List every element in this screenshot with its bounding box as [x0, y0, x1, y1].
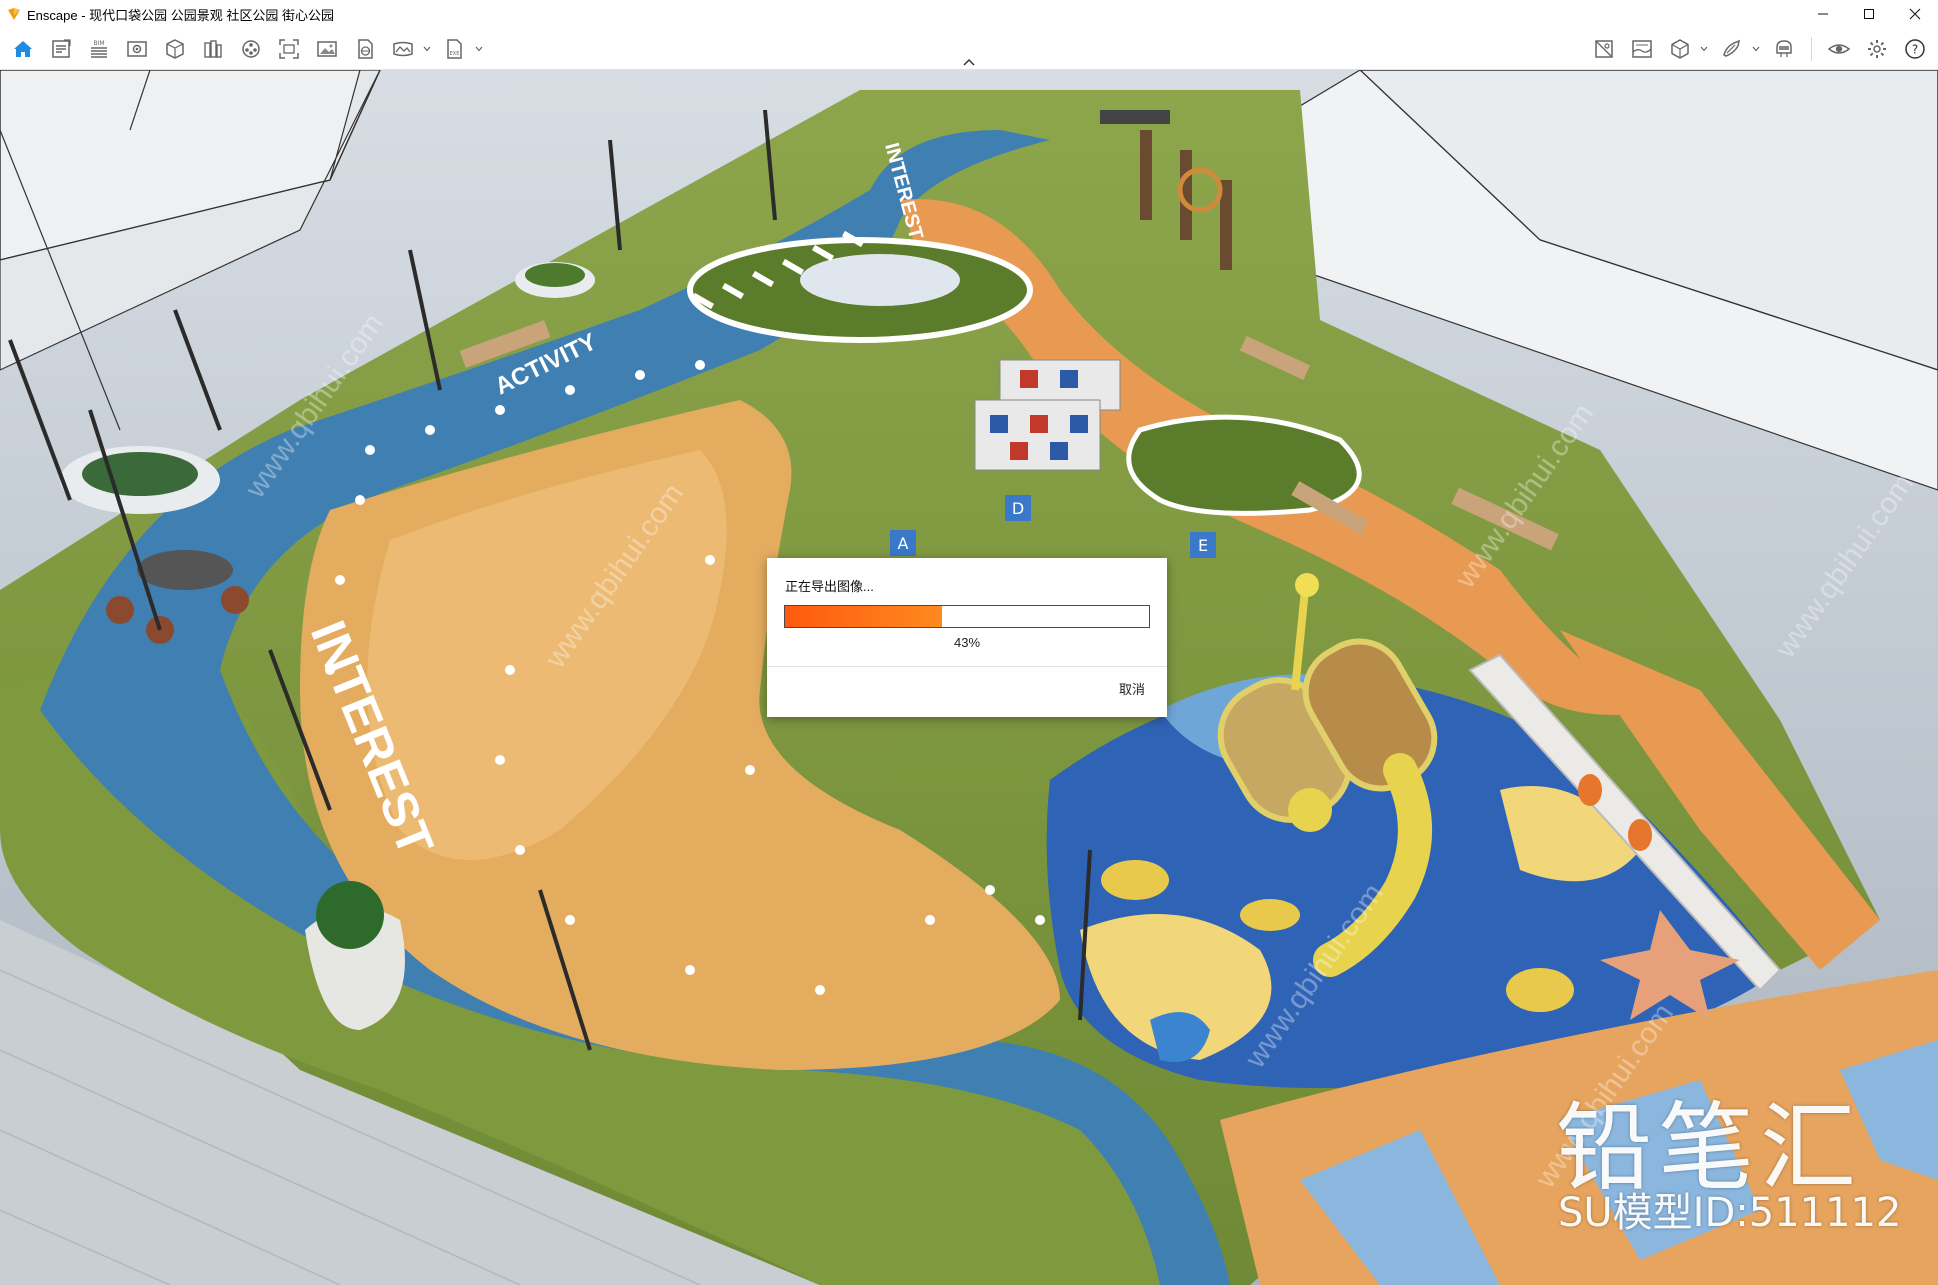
picnic-seat — [106, 596, 134, 624]
cube-dropdown[interactable] — [1699, 32, 1709, 66]
panorama-icon — [393, 41, 413, 57]
chevron-down-icon — [1700, 46, 1708, 52]
chevron-up-icon — [963, 58, 975, 66]
cube-letter: E — [1198, 536, 1208, 555]
cube-icon — [1671, 39, 1689, 59]
cube-letter: A — [898, 534, 909, 553]
window-title: Enscape - 现代口袋公园 公园景观 社区公园 街心公园 — [27, 7, 334, 23]
round-planter-grass — [525, 263, 585, 287]
model-id-watermark: SU模型ID:511112 — [1558, 1190, 1902, 1236]
white-pavilion — [800, 254, 960, 306]
sky-button[interactable] — [1625, 32, 1659, 66]
settings-button[interactable] — [1860, 32, 1894, 66]
video-editor-button[interactable] — [234, 32, 268, 66]
dialog-title: 正在导出图像... — [785, 579, 874, 594]
vr-headset-icon — [1776, 40, 1792, 57]
bim-button[interactable]: BIM — [82, 32, 116, 66]
chevron-down-icon — [475, 46, 483, 52]
vr-headset-button[interactable] — [1767, 32, 1801, 66]
asset-library-button[interactable] — [158, 32, 192, 66]
round-planter-grass — [82, 452, 198, 496]
notes-icon — [52, 39, 71, 58]
home-icon — [14, 41, 32, 57]
visual-settings-icon — [1827, 44, 1851, 54]
atmosphere-icon — [1595, 40, 1613, 58]
export-icon: EXE — [447, 39, 462, 59]
toolbar-left-group: BIM EXE — [4, 28, 488, 70]
materials-icon — [204, 40, 222, 58]
batch-render-icon — [317, 41, 337, 57]
sky-icon — [1632, 40, 1652, 58]
panorama-dropdown[interactable] — [422, 32, 432, 66]
views-button[interactable] — [120, 32, 154, 66]
fish-decal — [1101, 860, 1169, 900]
enscape-logo-icon — [8, 8, 20, 20]
home-button[interactable] — [6, 32, 40, 66]
flower-pot-plant — [316, 881, 384, 949]
toolbar-right-group: ? — [1585, 28, 1934, 70]
progress-bar — [784, 605, 1150, 628]
cube-letter: D — [1012, 499, 1024, 518]
picnic-seat — [221, 586, 249, 614]
collapse-toolbar-button[interactable] — [959, 56, 979, 68]
export-progress-dialog: 正在导出图像... 43% 取消 — [767, 558, 1167, 717]
fish-decal — [1506, 968, 1574, 1012]
help-button[interactable]: ? — [1898, 32, 1932, 66]
chevron-down-icon — [423, 46, 431, 52]
close-icon — [1909, 8, 1921, 20]
climbing-hold — [1628, 819, 1652, 851]
maximize-icon — [1864, 9, 1874, 19]
help-icon: ? — [1905, 39, 1925, 59]
asset-library-icon — [166, 39, 184, 59]
materials-button[interactable] — [196, 32, 230, 66]
visual-settings-button[interactable] — [1822, 32, 1856, 66]
video-editor-icon — [242, 40, 260, 58]
progress-bar-fill — [785, 606, 942, 627]
screenshot-icon — [279, 39, 299, 59]
minimize-icon — [1818, 13, 1828, 15]
panorama-button[interactable] — [386, 32, 420, 66]
title-bar: Enscape - 现代口袋公园 公园景观 社区公园 街心公园 — [0, 0, 1938, 28]
svg-text:BIM: BIM — [93, 40, 104, 47]
fish-decal — [1240, 899, 1300, 931]
web-standalone-button[interactable] — [348, 32, 382, 66]
notes-button[interactable] — [44, 32, 78, 66]
climbing-hold — [1578, 774, 1602, 806]
bim-icon: BIM — [91, 40, 107, 58]
views-icon — [127, 41, 147, 57]
sketch-button[interactable] — [1715, 32, 1749, 66]
close-button[interactable] — [1892, 0, 1938, 28]
atmosphere-button[interactable] — [1587, 32, 1621, 66]
toolbar-separator — [1811, 37, 1812, 61]
svg-text:?: ? — [1912, 43, 1918, 57]
export-button[interactable]: EXE — [438, 32, 472, 66]
screenshot-button[interactable] — [272, 32, 306, 66]
progress-percent-label: 43% — [953, 635, 981, 650]
window-controls — [1800, 0, 1938, 28]
chevron-down-icon — [1752, 46, 1760, 52]
web-standalone-icon — [358, 39, 373, 59]
svg-text:EXE: EXE — [450, 51, 460, 57]
minimize-button[interactable] — [1800, 0, 1846, 28]
dialog-divider — [767, 666, 1167, 667]
picnic-table — [137, 550, 233, 590]
batch-render-button[interactable] — [310, 32, 344, 66]
cube-button[interactable] — [1663, 32, 1697, 66]
cancel-button[interactable]: 取消 — [1119, 679, 1145, 698]
export-dropdown[interactable] — [474, 32, 484, 66]
settings-icon — [1868, 40, 1886, 58]
sketch-dropdown[interactable] — [1751, 32, 1761, 66]
sketch-icon — [1723, 39, 1741, 57]
maximize-button[interactable] — [1846, 0, 1892, 28]
